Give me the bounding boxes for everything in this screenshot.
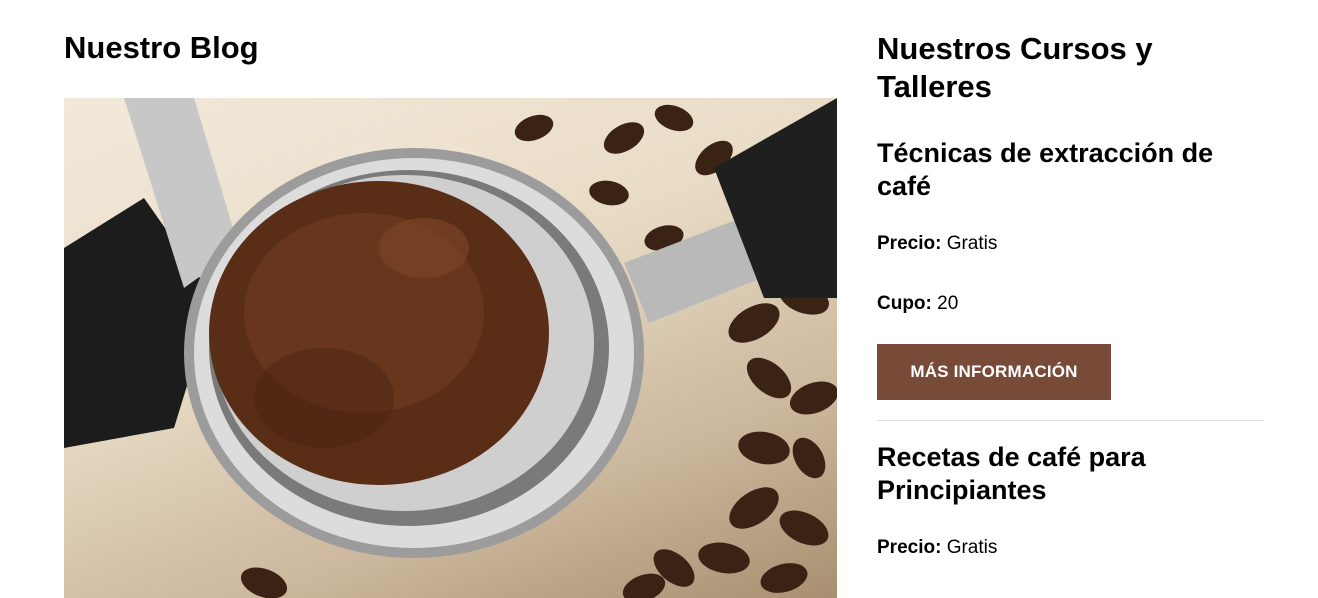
- price-label: Precio:: [877, 537, 942, 558]
- cupo-label: Cupo:: [877, 293, 932, 314]
- course-cupo: Cupo: 20: [877, 293, 958, 315]
- price-label: Precio:: [877, 233, 942, 254]
- cupo-value: 20: [937, 293, 959, 314]
- coffee-portafilter-image: [64, 98, 837, 598]
- divider: [877, 420, 1264, 421]
- blog-hero-image[interactable]: [64, 98, 837, 598]
- course-title: Recetas de café para Principiantes: [877, 442, 1146, 505]
- course-price: Precio: Gratis: [877, 537, 997, 559]
- blog-title: Nuestro Blog: [64, 30, 259, 65]
- price-value: Gratis: [946, 233, 998, 254]
- more-info-button[interactable]: Más información: [877, 344, 1111, 400]
- price-value: Gratis: [946, 537, 998, 558]
- course-title: Técnicas de extracción de café: [877, 138, 1214, 201]
- courses-title: Nuestros Cursos y Talleres: [877, 31, 1153, 104]
- course-price: Precio: Gratis: [877, 233, 997, 255]
